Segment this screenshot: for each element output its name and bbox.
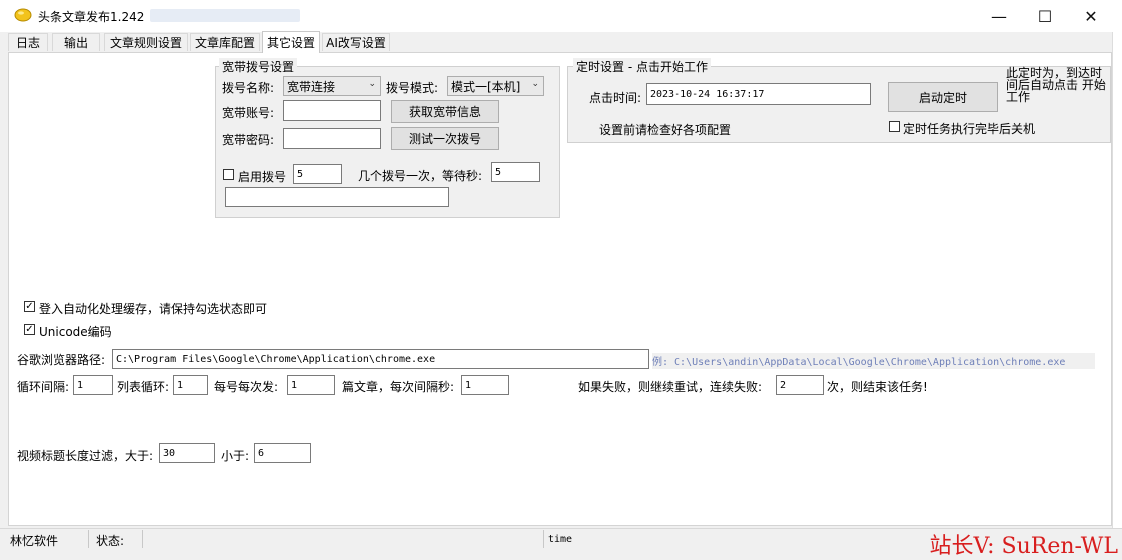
window-title: 头条文章发布1.242 bbox=[38, 10, 145, 24]
loop-interval-input[interactable] bbox=[73, 375, 113, 395]
tab-article-rules[interactable]: 文章规则设置 bbox=[104, 33, 188, 51]
maximize-button[interactable]: ☐ bbox=[1022, 0, 1068, 32]
dial-mode-label: 拨号模式: bbox=[386, 81, 439, 95]
enable-dial-checkbox[interactable] bbox=[223, 169, 234, 180]
unicode-checkbox[interactable]: ✓ bbox=[24, 324, 35, 335]
close-button[interactable]: ✕ bbox=[1068, 0, 1114, 32]
login-cache-label: 登入自动化处理缓存，请保持勾选状态即可 bbox=[39, 302, 268, 316]
status-time-label: time bbox=[548, 534, 573, 545]
tab-ai-rewrite[interactable]: AI改写设置 bbox=[322, 33, 390, 51]
shutdown-after-timer-checkbox[interactable] bbox=[889, 121, 900, 132]
dial-name-select[interactable]: 宽带连接 ⌄ bbox=[283, 76, 381, 96]
checkmark-icon: ✓ bbox=[25, 324, 34, 335]
title-min-input[interactable] bbox=[159, 443, 215, 463]
chevron-down-icon: ⌄ bbox=[368, 79, 376, 89]
company-name: 林忆软件 bbox=[10, 534, 59, 548]
chrome-path-label: 谷歌浏览器路径: bbox=[17, 353, 106, 367]
list-loop-label: 列表循环: bbox=[117, 380, 170, 394]
background-window-edge bbox=[1112, 32, 1122, 528]
watermark-text: 站长V: SuRen-WL bbox=[929, 534, 1118, 559]
dial-account-input[interactable] bbox=[283, 100, 381, 121]
tab-log[interactable]: 日志 bbox=[8, 33, 48, 51]
chrome-path-example: 例: C:\Users\andin\AppData\Local\Google\C… bbox=[652, 353, 1095, 369]
statusbar-divider bbox=[543, 530, 544, 548]
dial-count-input[interactable] bbox=[293, 164, 342, 184]
timer-settings-legend: 定时设置 - 点击开始工作 bbox=[573, 58, 711, 75]
minimize-button[interactable]: — bbox=[976, 0, 1022, 32]
dial-mode-value: 模式一[本机] bbox=[451, 79, 521, 94]
title-redaction bbox=[150, 9, 300, 22]
tab-other-settings[interactable]: 其它设置 bbox=[262, 31, 320, 53]
title-max-label: 小于: bbox=[221, 449, 250, 463]
login-cache-checkbox[interactable]: ✓ bbox=[24, 301, 35, 312]
article-interval-label: 篇文章，每次间隔秒: bbox=[342, 380, 455, 394]
chrome-path-input[interactable] bbox=[112, 349, 649, 369]
checkmark-icon: ✓ bbox=[25, 301, 34, 312]
unicode-label: Unicode编码 bbox=[39, 325, 112, 339]
dial-settings-legend: 宽带拨号设置 bbox=[219, 58, 298, 75]
dial-mode-select[interactable]: 模式一[本机] ⌄ bbox=[447, 76, 544, 96]
title-max-input[interactable] bbox=[254, 443, 311, 463]
test-dial-button[interactable]: 测试一次拨号 bbox=[391, 127, 499, 150]
click-time-input[interactable] bbox=[646, 83, 871, 105]
dial-status-field[interactable] bbox=[225, 187, 449, 207]
click-time-label: 点击时间: bbox=[589, 91, 642, 105]
status-label: 状态: bbox=[96, 534, 125, 548]
dial-password-input[interactable] bbox=[283, 128, 381, 149]
per-account-input[interactable] bbox=[287, 375, 335, 395]
retry-suffix-label: 次，则结束该任务! bbox=[827, 380, 928, 394]
timer-note-text: 此定时为，到达时间后自动点击 开始工作 bbox=[1006, 66, 1106, 104]
per-account-label: 每号每次发: bbox=[214, 380, 279, 394]
dial-wait-input[interactable] bbox=[491, 162, 540, 182]
dial-account-label: 宽带账号: bbox=[222, 106, 275, 120]
dial-name-label: 拨号名称: bbox=[222, 81, 275, 95]
app-logo-icon bbox=[14, 8, 32, 22]
timer-hint-text: 设置前请检查好各项配置 bbox=[599, 123, 732, 137]
tab-article-library[interactable]: 文章库配置 bbox=[190, 33, 260, 51]
tab-output[interactable]: 输出 bbox=[52, 33, 100, 51]
shutdown-after-timer-label: 定时任务执行完毕后关机 bbox=[903, 122, 1036, 136]
start-timer-button[interactable]: 启动定时 bbox=[888, 82, 998, 112]
chevron-down-icon: ⌄ bbox=[531, 79, 539, 89]
list-loop-input[interactable] bbox=[173, 375, 208, 395]
enable-dial-label: 启用拨号 bbox=[238, 170, 287, 184]
statusbar-divider bbox=[142, 530, 143, 548]
dial-name-value: 宽带连接 bbox=[287, 79, 336, 94]
dial-wait-label: 几个拨号一次，等待秒: bbox=[358, 169, 483, 183]
article-interval-input[interactable] bbox=[461, 375, 509, 395]
dial-password-label: 宽带密码: bbox=[222, 133, 275, 147]
get-broadband-info-button[interactable]: 获取宽带信息 bbox=[391, 100, 499, 123]
title-filter-label: 视频标题长度过滤，大于: bbox=[17, 449, 154, 463]
retry-label: 如果失败，则继续重试，连续失败: bbox=[578, 380, 763, 394]
statusbar-divider bbox=[88, 530, 89, 548]
loop-interval-label: 循环间隔: bbox=[17, 380, 70, 394]
retry-count-input[interactable] bbox=[776, 375, 824, 395]
